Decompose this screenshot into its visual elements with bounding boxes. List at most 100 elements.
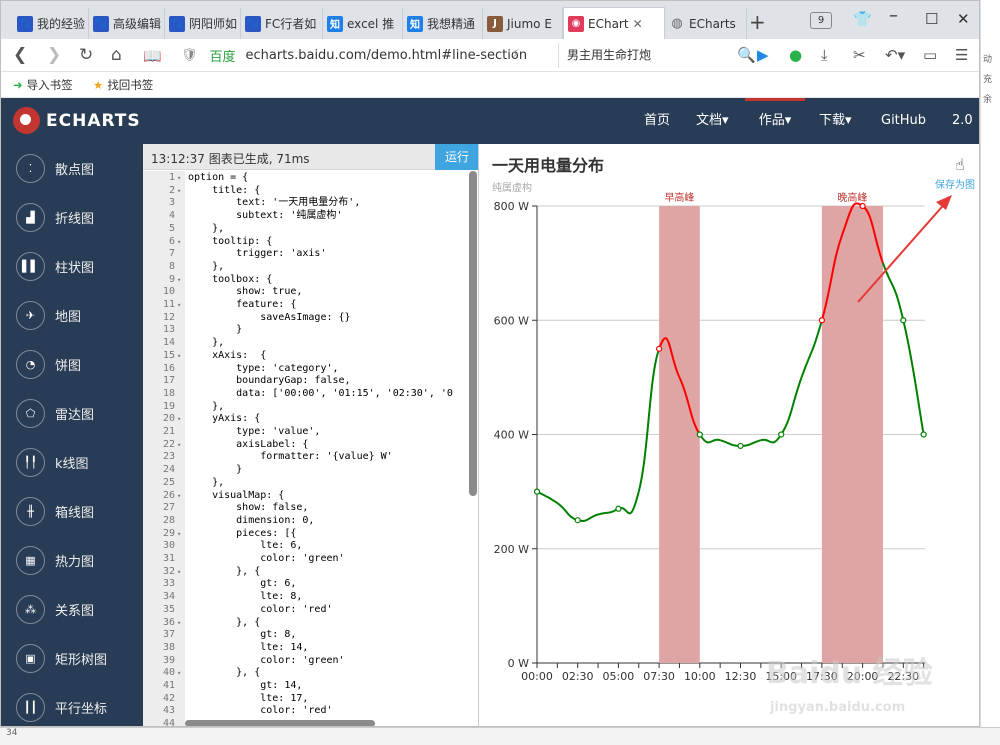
tab-8[interactable]: ◉ EChart ✕ [563,7,665,39]
tab-1[interactable]: 🐾 我的经验 [13,8,89,39]
fold-icon[interactable]: ▾ [177,439,181,452]
play-icon[interactable]: ▶ [757,46,769,64]
nav-menu-item[interactable]: 首页 [644,98,670,144]
close-tab-icon[interactable]: ✕ [633,17,643,31]
line-number: 35 [162,603,175,615]
line-number: 2 [168,184,175,196]
fold-icon[interactable]: ▾ [177,490,181,503]
back-icon[interactable]: ❮ [13,45,27,65]
sidebar-item-label: 箱线图 [55,506,95,521]
sidebar-item[interactable]: ╿╿ k线图 [1,438,143,487]
nav-menu-item[interactable]: 作品▾ [745,98,805,144]
line-number: 31 [162,553,175,564]
pie-icon: ◔ [16,350,45,379]
home-icon[interactable]: ⌂ [111,45,122,65]
url-field[interactable]: 🛡 百度 echarts.baidu.com/demo.html#line-se… [181,43,551,68]
tab-label: excel 推 [347,17,395,31]
sidebar-item[interactable]: ▌▌ 柱状图 [1,242,143,291]
bag-icon[interactable]: ▭ [923,46,937,64]
undo-icon[interactable]: ↶▾ [885,46,905,64]
minimize-button[interactable]: – [889,5,898,26]
code-text: type: 'value', [188,426,321,437]
tab-3[interactable]: 🐾 阴阳师如 [165,8,241,39]
chart-title: 一天用电量分布 [492,156,604,175]
nav-menu-item[interactable]: 2.0 [952,98,973,144]
sidebar-item[interactable]: ┃┃ 平行坐标 [1,683,143,726]
code-line: 14 }, [143,337,478,350]
search-input[interactable]: 男主用生命打炮 [558,43,738,68]
new-tab-button[interactable]: + [749,10,766,34]
scissors-icon[interactable]: ✂ [853,46,866,64]
tab-7[interactable]: J Jiumo E [483,8,563,39]
horizontal-scrollbar[interactable] [185,720,375,726]
code-line: 35 color: 'red' [143,603,478,617]
code-text: lte: 17, [188,692,309,704]
sidebar-item[interactable]: ▦ 热力图 [1,536,143,585]
j-icon: J [487,15,503,32]
fold-icon[interactable]: ▾ [177,299,181,312]
forward-icon[interactable]: ❯ [47,45,61,65]
download-icon[interactable]: ⤓ [821,46,828,64]
sidebar-item[interactable]: ⁂ 关系图 [1,585,143,634]
nav-menu-item[interactable]: 下载▾ [819,98,852,144]
maximize-button[interactable]: ☐ [925,10,938,28]
nav-menu-item[interactable]: 文档▾ [696,98,729,144]
bookmark-import[interactable]: ➜ 导入书签 [13,77,73,93]
fold-icon[interactable]: ▾ [177,350,181,363]
search-icon[interactable]: 🔍 [737,46,756,64]
fold-icon[interactable]: ▾ [177,566,181,579]
run-button[interactable]: 运行 [435,144,478,170]
menu-icon[interactable]: ☰ [955,46,968,64]
tab-4[interactable]: 🐾 FC行者如 [241,8,323,39]
paw-icon: 🐾 [93,15,109,32]
code-line: 1 ▾ option = { [143,172,478,185]
fold-icon[interactable]: ▾ [177,667,181,680]
series-line-segment [617,491,640,515]
x-tick-label: 07:30 [643,670,675,683]
tab-5[interactable]: 知 excel 推 [323,8,403,39]
code-line: 20 ▾ yAxis: { [143,413,478,426]
tab-9[interactable]: ◍ ECharts [665,8,747,39]
tab-count-badge[interactable]: 9 [810,12,832,29]
bookmark-recover[interactable]: ★ 找回书签 [93,77,153,93]
code-line: 32 ▾ }, { [143,566,478,579]
nav-menu-item[interactable]: GitHub [881,98,926,144]
fold-icon[interactable]: ▾ [177,617,181,630]
fold-icon[interactable]: ▾ [177,236,181,249]
data-point [574,517,581,524]
fold-icon[interactable]: ▾ [177,528,181,541]
url-text: echarts.baidu.com/demo.html#line-section [245,48,528,63]
code-text: dimension: 0, [188,514,315,526]
fold-icon[interactable]: ▾ [177,274,181,287]
wechat-icon[interactable]: ● [789,46,802,64]
code-text: color: 'green' [188,553,345,564]
line-number: 30 [162,540,175,552]
flash-icon[interactable]: ⚡ [511,47,520,62]
line-number: 26 [162,489,175,501]
code-text: text: '一天用电量分布', [188,197,361,209]
sidebar-item[interactable]: ╫ 箱线图 [1,487,143,536]
fold-icon[interactable]: ▾ [177,172,181,185]
close-window-button[interactable]: ✕ [957,10,970,28]
sidebar-item[interactable]: ▣ 矩形树图 [1,634,143,683]
fold-icon[interactable]: ▾ [177,185,181,198]
sidebar-item[interactable]: ⁚ 散点图 [1,144,143,193]
code-line: 31 color: 'green' [143,553,478,566]
sidebar-item[interactable]: ✈ 地图 [1,291,143,340]
refresh-icon[interactable]: ↻ [79,45,93,65]
save-image-button[interactable]: 保存为图 [935,178,975,191]
tab-6[interactable]: 知我想精通 [403,8,483,39]
echarts-logo[interactable]: ECHARTS [13,107,141,134]
data-point [615,505,622,512]
reader-icon[interactable]: 📖 [143,47,162,65]
vertical-scrollbar[interactable] [469,171,477,496]
sidebar-item[interactable]: ◔ 饼图 [1,340,143,389]
line-number: 22 [162,438,175,450]
sidebar-item[interactable]: ⬠ 雷达图 [1,389,143,438]
tab-2[interactable]: 🐾 高级编辑 [89,8,165,39]
fold-icon[interactable]: ▾ [177,413,181,426]
sidebar-item[interactable]: ▟ 折线图 [1,193,143,242]
skin-icon[interactable]: 👕 [853,10,872,28]
line-number: 16 [162,362,175,374]
line-number: 29 [162,527,175,539]
